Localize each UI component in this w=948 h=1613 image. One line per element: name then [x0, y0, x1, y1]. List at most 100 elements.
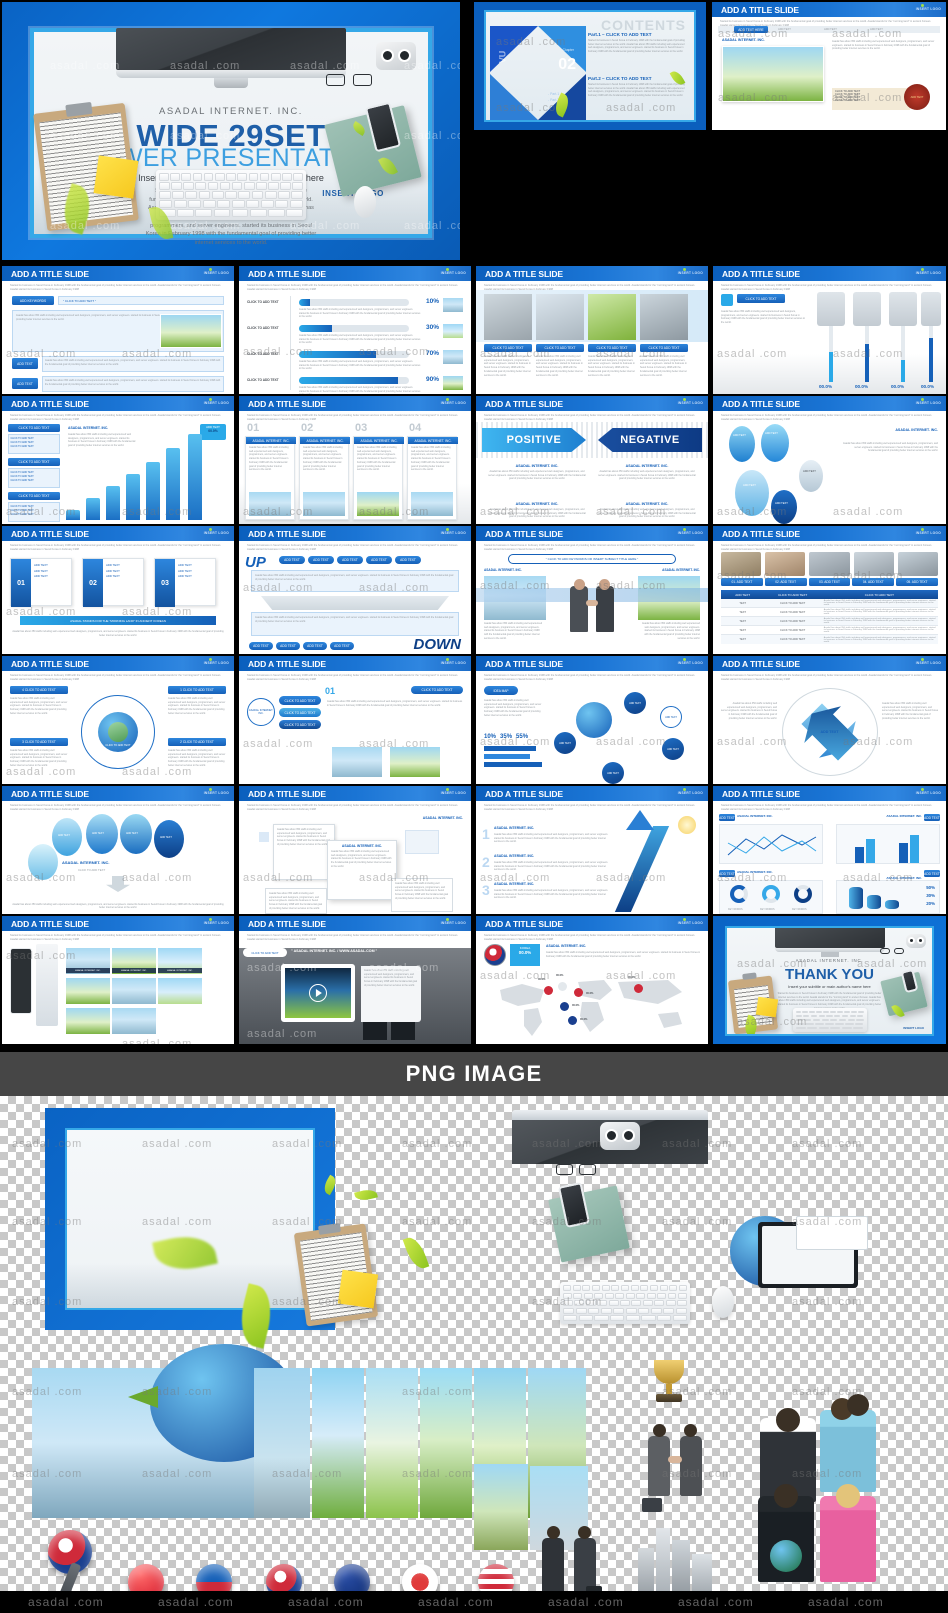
note-card[interactable]: Asadal has about 350 staffs including we… — [265, 888, 327, 914]
bar-chart[interactable] — [836, 824, 940, 864]
glasses-asset[interactable] — [556, 1164, 596, 1176]
thumb-icon[interactable] — [391, 1022, 415, 1040]
map-node[interactable]: ADD TEXT — [602, 762, 624, 784]
progress-row[interactable]: CLICK TO ADD TEXT Asadal has about 350 s… — [245, 348, 465, 370]
slide-logo-placeholder[interactable]: INSERT LOGO — [678, 531, 703, 535]
slide-logo-placeholder[interactable]: INSERT LOGO — [441, 921, 466, 925]
slide-video-book[interactable]: ADD A TITLE SLIDE INSERT LOGO Started it… — [239, 916, 471, 1044]
chart-tag[interactable]: ADD TEXT — [924, 814, 940, 821]
slide-logo-placeholder[interactable]: INSERT LOGO — [441, 791, 466, 795]
sticky-note-asset[interactable] — [337, 1269, 379, 1309]
list-item[interactable]: ADD TEXT — [34, 563, 48, 569]
slide-thank-you[interactable]: ASADAL INTERNET. INC. THANK YOU Insert y… — [713, 916, 946, 1044]
slide-logo-placeholder[interactable]: INSERT LOGO — [204, 921, 229, 925]
card[interactable]: ASADAL INTERNET. INC. Asadal has about 3… — [353, 436, 404, 520]
table-row[interactable]: TEXT CLICK TO ADD TEXT Asadal has about … — [721, 599, 938, 608]
icon-tile[interactable] — [853, 552, 894, 576]
slide-logo-placeholder[interactable]: INSERT LOGO — [204, 401, 229, 405]
slide-thermometers[interactable]: ADD A TITLE SLIDE INSERT LOGO Started it… — [713, 266, 946, 394]
table-row[interactable]: TEXT CLICK TO ADD TEXT Asadal has about … — [721, 608, 938, 617]
slide-logo-placeholder[interactable]: INSERT LOGO — [204, 271, 229, 275]
slide-logo-placeholder[interactable]: INSERT LOGO — [204, 791, 229, 795]
slide-positive-negative[interactable]: ADD A TITLE SLIDE INSERT LOGO Started it… — [476, 396, 708, 524]
map-pin[interactable] — [568, 1016, 577, 1025]
slide-rising-arrow[interactable]: ADD A TITLE SLIDE INSERT LOGO Started it… — [476, 786, 708, 914]
chip[interactable]: ADD TEXT — [308, 556, 334, 564]
thumb-icon[interactable] — [363, 1022, 387, 1040]
column-label[interactable]: CLICK TO ADD TEXT — [536, 344, 584, 352]
slide-circle-diagram[interactable]: ADD A TITLE SLIDE INSERT LOGO Started it… — [2, 656, 234, 784]
handshake-asset[interactable] — [640, 1422, 710, 1512]
right-label[interactable]: CLICK TO ADD TEXT — [411, 686, 463, 694]
chip[interactable]: ADD TEXT — [330, 642, 354, 650]
map-pin[interactable] — [558, 982, 567, 991]
bubble[interactable] — [729, 426, 755, 462]
center-circle[interactable]: ASADAL INTERNET. INC. — [247, 698, 275, 726]
list-item[interactable]: CLICK TO ADD TEXT — [11, 479, 58, 483]
card[interactable]: ASADAL INTERNET. INC. Asadal has about 3… — [299, 436, 350, 520]
list-item[interactable]: ADD TEXT — [106, 563, 120, 569]
table-row[interactable]: TEXT CLICK TO ADD TEXT Asadal has about … — [721, 617, 938, 626]
map-node[interactable]: ADD TEXT — [662, 738, 684, 760]
person-asset[interactable] — [820, 1394, 876, 1492]
donut-charts[interactable]: KEY WORDS KEY WORDS KEY WORDS — [719, 880, 823, 914]
table-row[interactable]: TEXT CLICK TO ADD TEXT Asadal has about … — [721, 626, 938, 635]
slide-bubble-cluster[interactable]: ADD A TITLE SLIDE INSERT LOGO Started it… — [713, 396, 946, 524]
icon-tile[interactable] — [765, 552, 806, 576]
chart-tag[interactable]: ADD TEXT — [719, 814, 735, 821]
photo-thumbnail[interactable] — [66, 978, 110, 1004]
card[interactable]: ASADAL INTERNET. INC. Asadal has about 3… — [407, 436, 458, 520]
progress-row[interactable]: CLICK TO ADD TEXT Asadal has about 350 s… — [245, 322, 465, 344]
video-preview[interactable] — [281, 964, 355, 1022]
person-asset[interactable] — [758, 1484, 814, 1582]
thankyou-logo-placeholder[interactable]: INSERT LOGO — [903, 1026, 924, 1030]
column-label[interactable]: CLICK TO ADD TEXT — [640, 344, 688, 352]
icon-tile[interactable] — [897, 552, 939, 576]
slide-keywords-photo[interactable]: ADD A TITLE SLIDE INSERT LOGO Started it… — [2, 266, 234, 394]
camera-asset[interactable] — [600, 1122, 640, 1150]
slide-logo-placeholder[interactable]: INSERT LOGO — [204, 531, 229, 535]
photo-thumbnail[interactable] — [443, 376, 463, 390]
circle-node[interactable] — [52, 818, 82, 856]
photo-thumbnail[interactable] — [112, 1008, 156, 1034]
petal-chip[interactable]: CLICK TO ADD TEXT — [279, 720, 321, 729]
photo-thumbnail[interactable] — [443, 350, 463, 364]
petal-chip[interactable]: CLICK TO ADD TEXT — [279, 696, 321, 705]
positive-arrow[interactable]: POSITIVE — [482, 428, 586, 452]
slide-logo-placeholder[interactable]: INSERT LOGO — [678, 791, 703, 795]
map-pin[interactable] — [574, 988, 583, 997]
step-card[interactable]: 02 ADD TEXT ADD TEXT ADD TEXT — [82, 558, 144, 607]
slide-up-down[interactable]: ADD A TITLE SLIDE INSERT LOGO Started it… — [239, 526, 471, 654]
list-item[interactable]: ADD TEXT — [178, 574, 192, 580]
photo-thumbnail[interactable] — [158, 978, 202, 1004]
browser-window-asset[interactable] — [796, 1216, 868, 1250]
chip[interactable]: ADD TEXT — [395, 556, 421, 564]
photo-thumbnail[interactable] — [536, 294, 584, 340]
chip[interactable]: ADD TEXT — [366, 556, 392, 564]
chip[interactable]: ADD TEXT — [249, 642, 273, 650]
person-asset[interactable] — [820, 1484, 876, 1582]
photo-thumbnail[interactable] — [160, 314, 222, 348]
column-label[interactable]: CLICK TO ADD TEXT — [484, 344, 532, 352]
slide-logo-placeholder[interactable]: INSERT LOGO — [916, 401, 941, 405]
leaf-asset[interactable] — [402, 1234, 430, 1272]
slide-logo-placeholder[interactable]: INSERT LOGO — [441, 401, 466, 405]
map-node[interactable]: ADD TEXT — [660, 706, 682, 728]
slide-logo-placeholder[interactable]: INSERT LOGO — [441, 661, 466, 665]
slide-progress-bars[interactable]: ADD A TITLE SLIDE INSERT LOGO Started it… — [239, 266, 471, 394]
leaf-asset[interactable] — [354, 1187, 378, 1203]
chart-tag[interactable]: ADD TEXT — [924, 870, 940, 877]
idea-map-badge[interactable]: IDEA MAP — [484, 686, 518, 695]
click-to-add-text-button[interactable]: CLICK TO ADD TEXT — [737, 294, 785, 303]
quadrant-label[interactable]: 1 CLICK TO ADD TEXT — [168, 686, 226, 694]
circle-node[interactable] — [28, 844, 58, 880]
photo-thumbnail[interactable] — [484, 294, 532, 340]
slide-logo-placeholder[interactable]: INSERT LOGO — [204, 661, 229, 665]
quadrant-label[interactable]: 2 CLICK TO ADD TEXT — [168, 738, 226, 746]
slide-four-circles[interactable]: ADD A TITLE SLIDE INSERT LOGO Started it… — [2, 786, 234, 914]
slide-logo-placeholder[interactable]: INSERT LOGO — [678, 661, 703, 665]
panel-card[interactable] — [889, 292, 917, 326]
slide-fan-petals[interactable]: ADD A TITLE SLIDE INSERT LOGO Started it… — [239, 656, 471, 784]
photo-asset[interactable] — [312, 1368, 364, 1518]
top-label[interactable]: 01. ADD TEXT — [721, 578, 763, 586]
